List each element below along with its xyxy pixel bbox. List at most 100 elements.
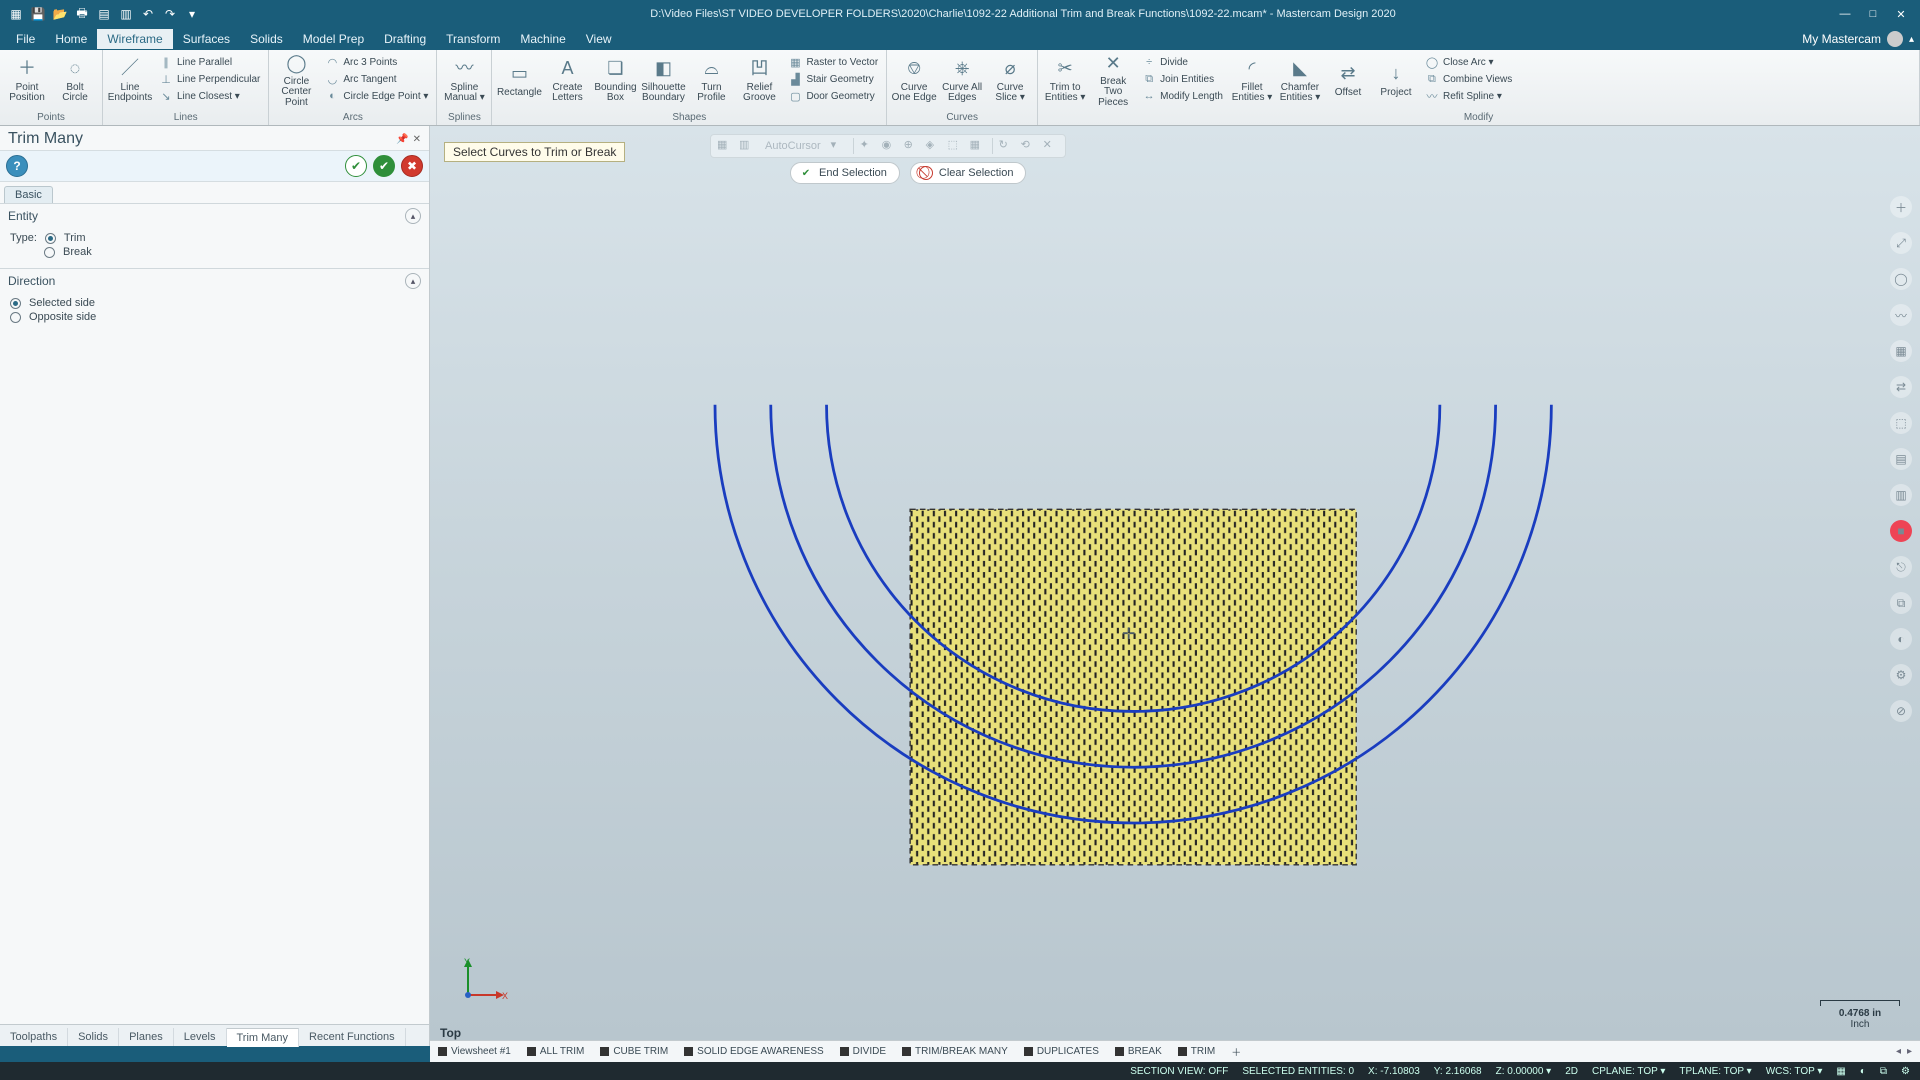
menu-view[interactable]: View	[576, 29, 622, 49]
tab-solids[interactable]: Solids	[68, 1028, 119, 1046]
sel-icon-6[interactable]: ◈	[926, 138, 942, 154]
tab-divide[interactable]: DIVIDE	[832, 1044, 894, 1059]
panel-ok-button[interactable]: ✔	[345, 155, 367, 177]
line-endpoints-button[interactable]: ／Line Endpoints	[107, 52, 153, 108]
sel-icon-7[interactable]: ⬚	[948, 138, 964, 154]
menu-drafting[interactable]: Drafting	[374, 29, 436, 49]
print-icon[interactable]: 🖶	[74, 6, 90, 22]
tab-planes[interactable]: Planes	[119, 1028, 174, 1046]
tab-alltrim[interactable]: ALL TRIM	[519, 1044, 592, 1059]
status-section[interactable]: SECTION VIEW: OFF	[1130, 1066, 1228, 1077]
dock-icon-13[interactable]: ◐	[1890, 628, 1912, 650]
menu-modelprep[interactable]: Model Prep	[293, 29, 374, 49]
tab-cubetrim[interactable]: CUBE TRIM	[592, 1044, 676, 1059]
undo-icon[interactable]: ↶	[140, 6, 156, 22]
dock-icon-8[interactable]: ▤	[1890, 448, 1912, 470]
scroll-right-icon[interactable]: ▸	[1907, 1046, 1912, 1057]
dock-icon-14[interactable]: ⚙	[1890, 664, 1912, 686]
tab-add[interactable]: ＋	[1223, 1042, 1249, 1061]
menu-solids[interactable]: Solids	[240, 29, 293, 49]
offset-button[interactable]: ⇄Offset	[1325, 52, 1371, 108]
line-parallel-button[interactable]: ∥Line Parallel	[155, 54, 264, 70]
turn-profile-button[interactable]: ⌓Turn Profile	[688, 52, 734, 108]
redo-icon[interactable]: ↷	[162, 6, 178, 22]
circle-edge-button[interactable]: ◐Circle Edge Point ▾	[321, 88, 432, 104]
ribbon-collapse-icon[interactable]: ▴	[1909, 34, 1914, 45]
panel-pin-icon[interactable]: 📌	[396, 134, 408, 145]
point-position-button[interactable]: ＋Point Position	[4, 52, 50, 108]
clipboard-icon[interactable]: ▥	[118, 6, 134, 22]
book-icon[interactable]: ▤	[96, 6, 112, 22]
dock-icon-12[interactable]: ⧉	[1890, 592, 1912, 614]
sel-icon-2[interactable]: ▥	[739, 138, 755, 154]
panel-cancel-button[interactable]: ✖	[401, 155, 423, 177]
relief-groove-button[interactable]: 凹Relief Groove	[736, 52, 782, 108]
new-icon[interactable]: ▦	[8, 6, 24, 22]
dock-icon-15[interactable]: ⊘	[1890, 700, 1912, 722]
menu-transform[interactable]: Transform	[436, 29, 510, 49]
menu-file[interactable]: File	[6, 29, 45, 49]
dock-icon-7[interactable]: ⬚	[1890, 412, 1912, 434]
radio-opposite-side[interactable]	[10, 312, 21, 323]
close-button[interactable]: ✕	[1894, 7, 1908, 21]
dock-icon-2[interactable]: ⤢	[1890, 232, 1912, 254]
status-icon-4[interactable]: ⚙	[1901, 1066, 1910, 1077]
tab-toolpaths[interactable]: Toolpaths	[0, 1028, 68, 1046]
modify-length-button[interactable]: ↔Modify Length	[1138, 88, 1227, 104]
panel-apply-button[interactable]: ✔	[373, 155, 395, 177]
panel-tab-basic[interactable]: Basic	[4, 186, 53, 203]
dropdown-icon[interactable]: ▾	[184, 6, 200, 22]
radio-selected-side[interactable]	[10, 298, 21, 309]
tab-trimbreak[interactable]: TRIM/BREAK MANY	[894, 1044, 1016, 1059]
status-tplane[interactable]: TPLANE: TOP ▾	[1679, 1066, 1751, 1077]
chamfer-entities-button[interactable]: ◣Chamfer Entities ▾	[1277, 52, 1323, 108]
menu-machine[interactable]: Machine	[510, 29, 575, 49]
status-z[interactable]: Z: 0.00000 ▾	[1496, 1066, 1552, 1077]
section-direction-header[interactable]: Direction ▴	[0, 269, 429, 293]
scroll-left-icon[interactable]: ◂	[1896, 1046, 1901, 1057]
dock-icon-10[interactable]: ■	[1890, 520, 1912, 542]
trim-entities-button[interactable]: ✂Trim to Entities ▾	[1042, 52, 1088, 108]
dock-icon-4[interactable]: 〰	[1890, 304, 1912, 326]
stair-geometry-button[interactable]: ▟Stair Geometry	[784, 71, 882, 87]
dock-icon-5[interactable]: ▦	[1890, 340, 1912, 362]
line-closest-button[interactable]: ↘Line Closest ▾	[155, 88, 264, 104]
tab-recent[interactable]: Recent Functions	[299, 1028, 406, 1046]
bounding-box-button[interactable]: ❏Bounding Box	[592, 52, 638, 108]
bolt-circle-button[interactable]: ◌Bolt Circle	[52, 52, 98, 108]
autocursor-label[interactable]: AutoCursor	[761, 140, 825, 152]
refit-spline-button[interactable]: 〰Refit Spline ▾	[1421, 88, 1516, 104]
tab-viewsheet[interactable]: Viewsheet #1	[430, 1044, 519, 1059]
panel-help-button[interactable]: ?	[6, 155, 28, 177]
create-letters-button[interactable]: ACreate Letters	[544, 52, 590, 108]
end-selection-button[interactable]: ✔End Selection	[790, 162, 900, 184]
curve-one-edge-button[interactable]: ⎊Curve One Edge	[891, 52, 937, 108]
open-icon[interactable]: 📂	[52, 6, 68, 22]
sel-icon-3[interactable]: ✦	[860, 138, 876, 154]
sel-icon-1[interactable]: ▦	[717, 138, 733, 154]
silhouette-button[interactable]: ◧Silhouette Boundary	[640, 52, 686, 108]
curve-all-edges-button[interactable]: ⎈Curve All Edges	[939, 52, 985, 108]
dock-icon-3[interactable]: ◯	[1890, 268, 1912, 290]
dock-icon-1[interactable]: ＋	[1890, 196, 1912, 218]
spline-manual-button[interactable]: 〰Spline Manual ▾	[441, 52, 487, 108]
tab-levels[interactable]: Levels	[174, 1028, 227, 1046]
arc-3points-button[interactable]: ◠Arc 3 Points	[321, 54, 432, 70]
menu-home[interactable]: Home	[45, 29, 97, 49]
sel-icon-10[interactable]: ⟲	[1021, 138, 1037, 154]
clear-selection-button[interactable]: Clear Selection	[910, 162, 1027, 184]
status-icon-2[interactable]: ◐	[1860, 1066, 1866, 1077]
sel-icon-9[interactable]: ↻	[999, 138, 1015, 154]
fillet-entities-button[interactable]: ◜Fillet Entities ▾	[1229, 52, 1275, 108]
menu-wireframe[interactable]: Wireframe	[97, 29, 172, 49]
radio-break[interactable]	[44, 247, 55, 258]
break-two-button[interactable]: ✕Break Two Pieces	[1090, 52, 1136, 108]
arc-tangent-button[interactable]: ◡Arc Tangent	[321, 71, 432, 87]
dock-icon-9[interactable]: ▥	[1890, 484, 1912, 506]
sel-icon-8[interactable]: ▦	[970, 138, 986, 154]
dock-icon-6[interactable]: ⇄	[1890, 376, 1912, 398]
section-entity-header[interactable]: Entity ▴	[0, 204, 429, 228]
tab-break[interactable]: BREAK	[1107, 1044, 1170, 1059]
maximize-button[interactable]: □	[1866, 7, 1880, 21]
status-icon-3[interactable]: ⧉	[1880, 1066, 1887, 1077]
